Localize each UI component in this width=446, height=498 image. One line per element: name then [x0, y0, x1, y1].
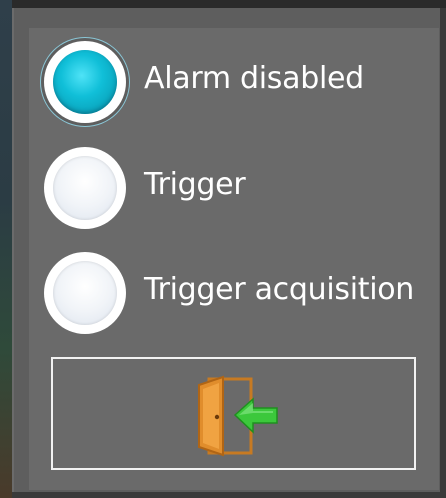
- option-trigger-acquisition[interactable]: Trigger acquisition: [40, 248, 430, 338]
- background-strip: [0, 0, 12, 498]
- radio-indicator: [53, 50, 117, 114]
- radio-indicator: [53, 261, 117, 325]
- option-label: Alarm disabled: [144, 61, 364, 96]
- option-label: Trigger: [144, 167, 246, 202]
- exit-button[interactable]: [51, 357, 416, 470]
- radio-button-selected[interactable]: [44, 41, 126, 123]
- radio-button[interactable]: [44, 252, 126, 334]
- radio-button[interactable]: [44, 147, 126, 229]
- option-trigger[interactable]: Trigger: [40, 143, 430, 233]
- exit-door-icon: [198, 375, 278, 457]
- radio-indicator: [53, 156, 117, 220]
- option-alarm-disabled[interactable]: Alarm disabled: [40, 37, 430, 127]
- option-label: Trigger acquisition: [144, 272, 414, 307]
- top-bar: [0, 0, 446, 8]
